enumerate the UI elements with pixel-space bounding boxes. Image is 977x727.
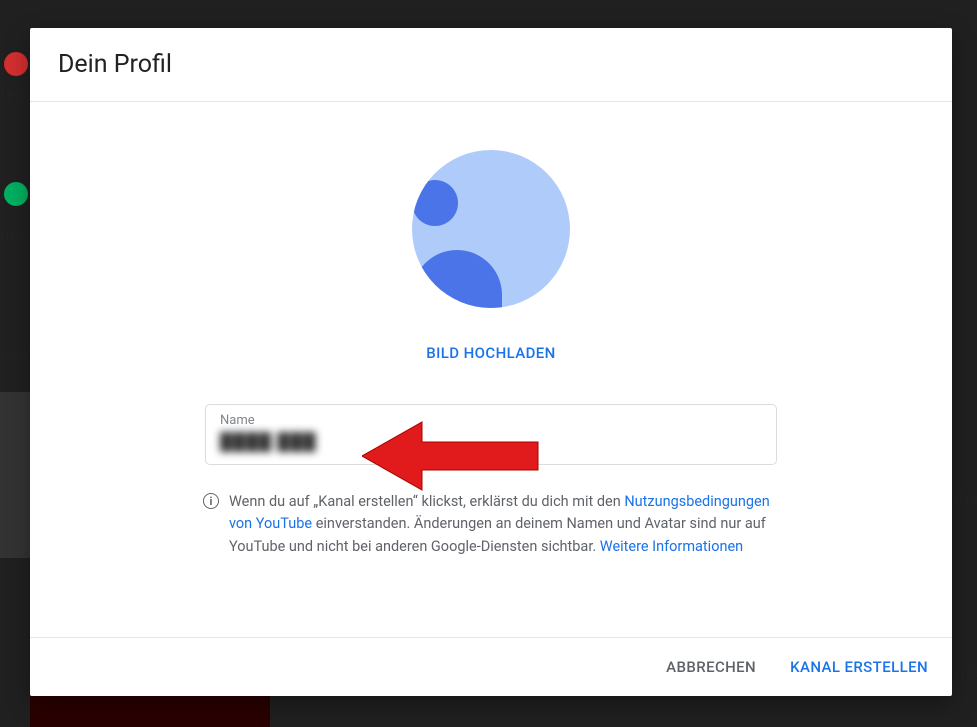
terms-notice: i Wenn du auf „Kanal erstellen“ klickst,… (203, 491, 779, 558)
create-channel-button[interactable]: KANAL ERSTELLEN (790, 658, 928, 676)
more-info-link[interactable]: Weitere Informationen (600, 538, 743, 555)
bg-thumb-2 (30, 696, 270, 727)
bg-text-2: hri (0, 227, 21, 247)
modal-footer: ABBRECHEN KANAL ERSTELLEN (30, 637, 952, 696)
modal-body: BILD HOCHLADEN Name i Wenn du auf „Kanal… (30, 102, 952, 637)
avatar-placeholder-icon (412, 150, 570, 308)
bg-text-3: esa (0, 344, 28, 364)
avatar (412, 150, 570, 308)
bg-icon-2 (4, 182, 28, 206)
notice-text-1: Wenn du auf „Kanal erstellen“ klickst, e… (229, 493, 624, 510)
name-field[interactable]: Name (205, 404, 777, 465)
info-icon: i (203, 493, 219, 509)
name-field-label: Name (220, 413, 762, 428)
modal-title: Dein Profil (30, 28, 952, 102)
cancel-button[interactable]: ABBRECHEN (666, 658, 756, 676)
bg-icon-1 (4, 52, 28, 76)
bg-thumb-1 (0, 392, 30, 558)
profile-modal: Dein Profil BILD HOCHLADEN Name i Wenn d… (30, 28, 952, 696)
upload-image-button[interactable]: BILD HOCHLADEN (426, 344, 555, 362)
bg-text-4: lha (955, 490, 977, 510)
name-input[interactable] (220, 432, 762, 452)
bg-text-5: nie (955, 662, 977, 682)
